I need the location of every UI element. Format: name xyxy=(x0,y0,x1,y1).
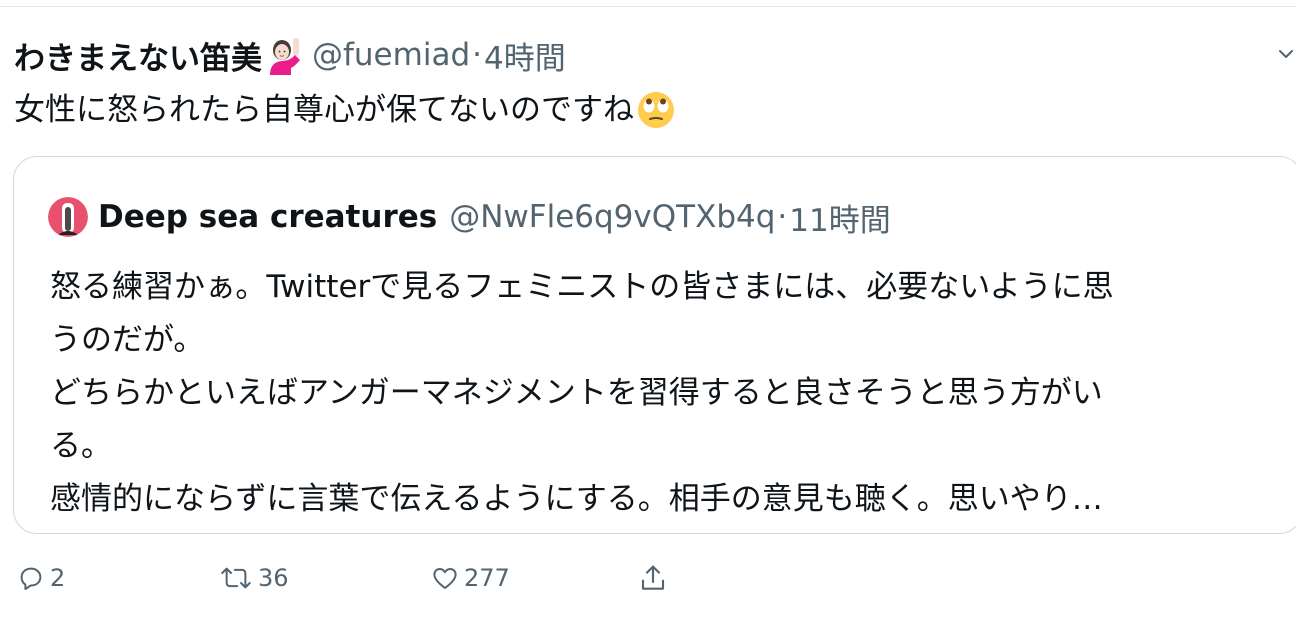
top-divider xyxy=(0,0,1296,7)
retweet-button[interactable]: 36 xyxy=(218,558,289,598)
header-separator: · xyxy=(472,37,482,73)
quote-line: る。 xyxy=(50,428,112,464)
chevron-down-icon[interactable] xyxy=(1276,44,1296,64)
tweet-text: 女性に怒られたら自尊心が保てないのですね xyxy=(14,88,676,132)
author-handle[interactable]: @fuemiad xyxy=(312,37,470,73)
quote-line: 怒る練習かぁ。Twitterで見るフェミニストの皆さまには、必要ないように思 xyxy=(50,269,1114,305)
tweet-timestamp[interactable]: 4時間 xyxy=(484,33,566,78)
share-icon xyxy=(641,565,665,590)
author-display-name[interactable]: わきまえない笛美 xyxy=(14,33,262,78)
reply-button[interactable]: 2 xyxy=(16,558,65,598)
avatar[interactable] xyxy=(48,197,88,237)
share-button[interactable] xyxy=(637,558,669,598)
heart-icon xyxy=(433,568,457,589)
reply-icon xyxy=(20,567,42,590)
like-count: 277 xyxy=(464,564,510,592)
quote-header: Deep sea creatures @NwFle6q9vQTXb4q · 11… xyxy=(48,195,891,240)
quote-timestamp[interactable]: 11時間 xyxy=(789,195,890,240)
retweet-icon xyxy=(221,567,251,589)
quote-author-handle[interactable]: @NwFle6q9vQTXb4q xyxy=(449,199,775,235)
tweet-text-content: 女性に怒られたら自尊心が保てないのですね xyxy=(14,92,634,128)
tweet-header: わきまえない笛美 @fuemiad · 4時間 xyxy=(14,33,566,77)
reply-count: 2 xyxy=(50,564,66,592)
quote-line: どちらかといえばアンガーマネジメントを習得すると良さそうと思う方がい xyxy=(50,375,1103,411)
quoted-tweet-card[interactable]: Deep sea creatures @NwFle6q9vQTXb4q · 11… xyxy=(13,156,1296,534)
like-button[interactable]: 277 xyxy=(430,558,510,598)
retweet-count: 36 xyxy=(258,564,289,592)
quote-line: 感情的にならずに言葉で伝えるようにする。相手の意見も聴く。思いやり… xyxy=(50,481,1103,517)
quote-author-display-name[interactable]: Deep sea creatures xyxy=(98,199,437,235)
quote-body: 怒る練習かぁ。Twitterで見るフェミニストの皆さまには、必要ないように思 う… xyxy=(50,261,1280,526)
quote-line: うのだが。 xyxy=(50,322,205,358)
woman-raising-hand-emoji-icon xyxy=(270,38,300,75)
quote-header-separator: · xyxy=(777,199,788,235)
face-with-rolling-eyes-emoji-icon xyxy=(638,92,674,128)
tweet-actions: 2 36 277 xyxy=(0,558,760,598)
